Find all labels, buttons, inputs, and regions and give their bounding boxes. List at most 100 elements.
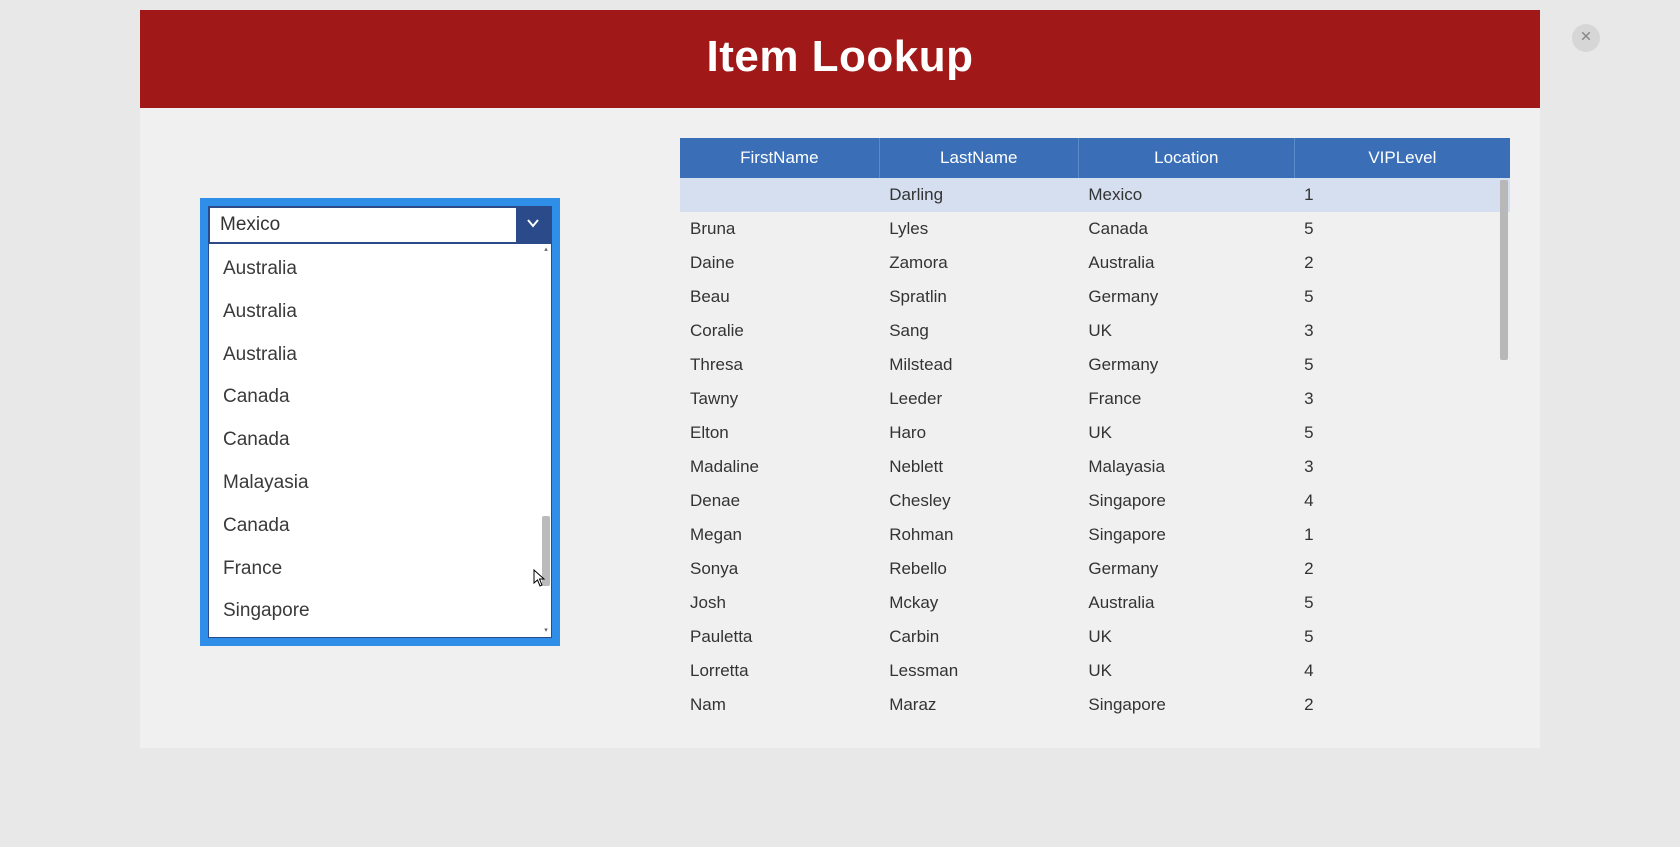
table-cell-loc: Germany bbox=[1078, 348, 1294, 382]
table-cell-last: Rebello bbox=[879, 552, 1078, 586]
table-row[interactable]: BeauSpratlinGermany5 bbox=[680, 280, 1510, 314]
dropdown-option[interactable]: Malayasia bbox=[209, 462, 551, 505]
table-cell-first: Pauletta bbox=[680, 620, 879, 654]
table-cell-vip: 2 bbox=[1294, 552, 1510, 586]
table-row[interactable]: BrunaLylesCanada5 bbox=[680, 212, 1510, 246]
table-cell-last: Lyles bbox=[879, 212, 1078, 246]
scrollbar-thumb[interactable] bbox=[542, 516, 550, 586]
table-row[interactable]: MeganRohmanSingapore1 bbox=[680, 518, 1510, 552]
table-cell-last: Darling bbox=[879, 178, 1078, 212]
content-area: Mexico AustraliaAustraliaAustraliaCanada… bbox=[140, 108, 1540, 748]
table-cell-loc: Singapore bbox=[1078, 484, 1294, 518]
table-cell-loc: France bbox=[1078, 382, 1294, 416]
table-row[interactable]: TawnyLeederFrance3 bbox=[680, 382, 1510, 416]
table-cell-first: Tawny bbox=[680, 382, 879, 416]
table-cell-first: Bruna bbox=[680, 212, 879, 246]
table-cell-loc: UK bbox=[1078, 314, 1294, 348]
table-cell-last: Carbin bbox=[879, 620, 1078, 654]
table-cell-loc: Australia bbox=[1078, 586, 1294, 620]
table-cell-last: Neblett bbox=[879, 450, 1078, 484]
table-cell-first: Nam bbox=[680, 688, 879, 722]
location-dropdown: Mexico AustraliaAustraliaAustraliaCanada… bbox=[200, 198, 560, 646]
table-cell-vip: 3 bbox=[1294, 314, 1510, 348]
table-cell-vip: 2 bbox=[1294, 246, 1510, 280]
table-row[interactable]: LorrettaLessmanUK4 bbox=[680, 654, 1510, 688]
table-row[interactable]: ThresaMilsteadGermany5 bbox=[680, 348, 1510, 382]
close-button[interactable] bbox=[1572, 24, 1600, 52]
chevron-down-icon bbox=[525, 215, 541, 236]
table-cell-vip: 1 bbox=[1294, 518, 1510, 552]
dropdown-option[interactable]: Canada bbox=[209, 376, 551, 419]
dropdown-scrollbar[interactable]: ▴ ▾ bbox=[542, 246, 550, 635]
dropdown-option[interactable]: Australia bbox=[209, 291, 551, 334]
table-cell-last: Rohman bbox=[879, 518, 1078, 552]
right-panel: FirstName LastName Location VIPLevel Dar… bbox=[590, 138, 1510, 748]
table-cell-vip: 1 bbox=[1294, 178, 1510, 212]
table-row[interactable]: NamMarazSingapore2 bbox=[680, 688, 1510, 722]
dropdown-option[interactable]: Canada bbox=[209, 419, 551, 462]
table-cell-vip: 3 bbox=[1294, 382, 1510, 416]
column-header-firstname[interactable]: FirstName bbox=[680, 138, 879, 178]
table-row[interactable]: JoshMckayAustralia5 bbox=[680, 586, 1510, 620]
table-cell-loc: Germany bbox=[1078, 552, 1294, 586]
table-cell-vip: 5 bbox=[1294, 280, 1510, 314]
table-row[interactable]: SonyaRebelloGermany2 bbox=[680, 552, 1510, 586]
column-header-viplevel[interactable]: VIPLevel bbox=[1294, 138, 1510, 178]
table-cell-vip: 5 bbox=[1294, 416, 1510, 450]
table-cell-loc: Mexico bbox=[1078, 178, 1294, 212]
table-cell-last: Lessman bbox=[879, 654, 1078, 688]
dropdown-selected-value: Mexico bbox=[210, 208, 516, 242]
table-cell-loc: UK bbox=[1078, 654, 1294, 688]
table-cell-loc: Singapore bbox=[1078, 688, 1294, 722]
page-title: Item Lookup bbox=[140, 10, 1540, 108]
left-panel: Mexico AustraliaAustraliaAustraliaCanada… bbox=[170, 138, 590, 748]
dropdown-option[interactable]: France bbox=[209, 548, 551, 591]
table-row[interactable]: EltonHaroUK5 bbox=[680, 416, 1510, 450]
table-cell-vip: 2 bbox=[1294, 688, 1510, 722]
results-table: FirstName LastName Location VIPLevel Dar… bbox=[680, 138, 1510, 722]
table-cell-first: Thresa bbox=[680, 348, 879, 382]
table-cell-vip: 5 bbox=[1294, 620, 1510, 654]
table-cell-vip: 4 bbox=[1294, 654, 1510, 688]
scroll-down-icon: ▾ bbox=[542, 627, 550, 635]
dropdown-field[interactable]: Mexico bbox=[208, 206, 552, 244]
table-cell-vip: 3 bbox=[1294, 450, 1510, 484]
table-cell-first: Megan bbox=[680, 518, 879, 552]
column-header-lastname[interactable]: LastName bbox=[879, 138, 1078, 178]
dropdown-toggle[interactable] bbox=[516, 208, 550, 242]
dropdown-option[interactable]: Australia bbox=[209, 334, 551, 377]
table-cell-last: Zamora bbox=[879, 246, 1078, 280]
dropdown-option[interactable]: Australia bbox=[209, 248, 551, 291]
table-row[interactable]: DenaeChesleySingapore4 bbox=[680, 484, 1510, 518]
table-row[interactable]: MadalineNeblettMalayasia3 bbox=[680, 450, 1510, 484]
table-cell-first: Josh bbox=[680, 586, 879, 620]
dropdown-option[interactable]: Singapore bbox=[209, 590, 551, 633]
column-header-location[interactable]: Location bbox=[1078, 138, 1294, 178]
table-cell-vip: 5 bbox=[1294, 348, 1510, 382]
table-cell-last: Milstead bbox=[879, 348, 1078, 382]
table-cell-first: Coralie bbox=[680, 314, 879, 348]
table-row[interactable]: PaulettaCarbinUK5 bbox=[680, 620, 1510, 654]
table-cell-first: Madaline bbox=[680, 450, 879, 484]
table-cell-last: Spratlin bbox=[879, 280, 1078, 314]
table-row[interactable]: DarlingMexico1 bbox=[680, 178, 1510, 212]
table-cell-last: Chesley bbox=[879, 484, 1078, 518]
table-cell-last: Leeder bbox=[879, 382, 1078, 416]
dropdown-option[interactable]: Canada bbox=[209, 505, 551, 548]
dropdown-list: AustraliaAustraliaAustraliaCanadaCanadaM… bbox=[208, 244, 552, 638]
table-row[interactable]: CoralieSangUK3 bbox=[680, 314, 1510, 348]
table-cell-first bbox=[680, 178, 879, 212]
scrollbar-thumb[interactable] bbox=[1500, 180, 1508, 360]
table-cell-loc: Singapore bbox=[1078, 518, 1294, 552]
table-cell-loc: UK bbox=[1078, 620, 1294, 654]
table-cell-last: Haro bbox=[879, 416, 1078, 450]
scroll-up-icon: ▴ bbox=[542, 246, 550, 254]
table-cell-last: Sang bbox=[879, 314, 1078, 348]
table-cell-loc: Germany bbox=[1078, 280, 1294, 314]
table-header-row: FirstName LastName Location VIPLevel bbox=[680, 138, 1510, 178]
table-cell-last: Maraz bbox=[879, 688, 1078, 722]
table-cell-vip: 4 bbox=[1294, 484, 1510, 518]
table-scrollbar[interactable]: ▾ bbox=[1500, 180, 1510, 720]
table-cell-loc: UK bbox=[1078, 416, 1294, 450]
table-row[interactable]: DaineZamoraAustralia2 bbox=[680, 246, 1510, 280]
